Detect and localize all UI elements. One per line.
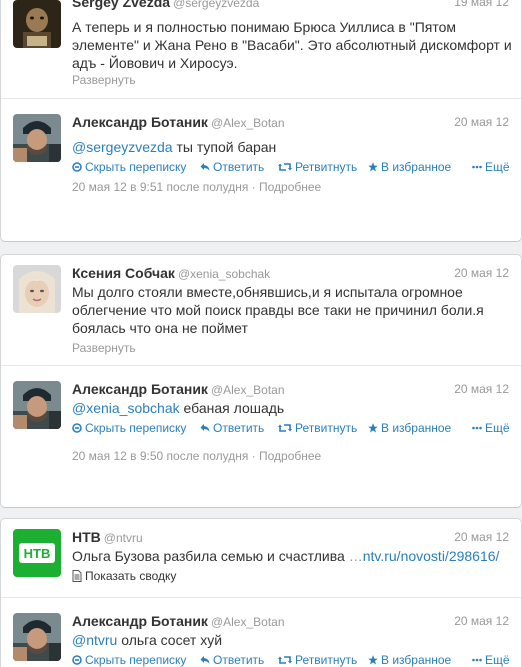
- avatar-ntvru[interactable]: НТВ: [13, 529, 61, 577]
- more-icon: [472, 655, 482, 665]
- more-button[interactable]: Ещё: [472, 160, 510, 174]
- expand-link[interactable]: Развернуть: [72, 341, 136, 355]
- retweet-button[interactable]: Ретвитнуть: [278, 653, 357, 667]
- conversation-1: Sergey Zvezda @sergeyzvezda 19 мая 12 А т…: [0, 0, 522, 242]
- tweet-text: @ntvru ольга сосет хуй: [72, 632, 223, 648]
- author-name[interactable]: Александр Ботаник: [72, 381, 208, 397]
- tweet-text: @xenia_sobchak ебаная лошадь: [72, 400, 285, 416]
- tweet-text: А теперь и я полностью понимаю Брюса Уил…: [72, 19, 512, 71]
- author-handle[interactable]: @Alex_Botan: [211, 383, 285, 397]
- svg-text:НТВ: НТВ: [24, 546, 51, 561]
- show-summary-link[interactable]: Показать сводку: [72, 569, 176, 583]
- reply-button[interactable]: Ответить: [200, 653, 264, 667]
- retweet-icon: [278, 655, 292, 665]
- author-name[interactable]: НТВ: [72, 529, 101, 545]
- author-handle[interactable]: @Alex_Botan: [211, 615, 285, 629]
- tweet-actions: Скрыть переписку Ответить Ретвитнуть В и…: [72, 653, 510, 667]
- star-icon: [368, 423, 378, 433]
- star-icon: [368, 655, 378, 665]
- news-link[interactable]: …ntv.ru/novosti/298616/: [349, 548, 500, 564]
- tweet-xenia-sobchak[interactable]: Ксения Собчак @xenia_sobchak 20 мая 12 Мы…: [1, 255, 521, 365]
- reply-button[interactable]: Ответить: [200, 421, 264, 435]
- more-icon: [472, 162, 482, 172]
- tweet-text: Ольга Бузова разбила семью и счастлива ……: [72, 548, 500, 564]
- tweet-meta[interactable]: 20 мая 12 в 9:51 после полудня · Подробн…: [72, 180, 321, 194]
- tweet-sergeyzvezda[interactable]: Sergey Zvezda @sergeyzvezda 19 мая 12 А т…: [1, 0, 521, 92]
- retweet-icon: [278, 162, 292, 172]
- tweet-actions: Скрыть переписку Ответить Ретвитнуть В и…: [72, 160, 510, 176]
- author-handle[interactable]: @Alex_Botan: [211, 116, 285, 130]
- author-name[interactable]: Ксения Собчак: [72, 265, 175, 281]
- conversation-2: Ксения Собчак @xenia_sobchak 20 мая 12 Мы…: [0, 254, 522, 508]
- tweet-alexbotan-1[interactable]: Александр Ботаник @Alex_Botan 20 мая 12 @…: [1, 98, 521, 238]
- favorite-button[interactable]: В избранное: [368, 653, 451, 667]
- tweet-text: @sergeyzvezda ты тупой баран: [72, 139, 277, 155]
- avatar-xenia-sobchak[interactable]: [13, 265, 61, 313]
- author-name[interactable]: Александр Ботаник: [72, 613, 208, 629]
- hide-conversation-button[interactable]: Скрыть переписку: [72, 160, 190, 174]
- avatar-sergeyzvezda[interactable]: [13, 0, 61, 48]
- timestamp[interactable]: 20 мая 12: [454, 115, 509, 129]
- minus-circle-icon: [72, 423, 82, 433]
- author-handle[interactable]: @ntvru: [104, 531, 143, 545]
- hide-conversation-button[interactable]: Скрыть переписку: [72, 421, 190, 435]
- retweet-button[interactable]: Ретвитнуть: [278, 160, 357, 174]
- timestamp[interactable]: 20 мая 12: [454, 382, 509, 396]
- favorite-button[interactable]: В избранное: [368, 160, 451, 174]
- tweet-alexbotan-3[interactable]: Александр Ботаник @Alex_Botan 20 мая 12 @…: [1, 597, 521, 667]
- timestamp[interactable]: 20 мая 12: [454, 266, 509, 280]
- reply-icon: [200, 655, 210, 665]
- more-icon: [472, 423, 482, 433]
- mention-link[interactable]: @xenia_sobchak: [72, 400, 180, 416]
- mention-link[interactable]: @sergeyzvezda: [72, 139, 173, 155]
- author-handle[interactable]: @xenia_sobchak: [178, 267, 270, 281]
- avatar-alexbotan[interactable]: [13, 613, 61, 661]
- tweet-actions: Скрыть переписку Ответить Ретвитнуть В и…: [72, 421, 510, 437]
- reply-icon: [200, 423, 210, 433]
- avatar-alexbotan[interactable]: [13, 381, 61, 429]
- timestamp[interactable]: 19 мая 12: [454, 0, 509, 9]
- expand-link[interactable]: Развернуть: [72, 73, 136, 87]
- reply-icon: [200, 162, 210, 172]
- conversation-3: НТВ НТВ @ntvru 20 мая 12 Ольга Бузова раз…: [0, 518, 522, 667]
- reply-button[interactable]: Ответить: [200, 160, 264, 174]
- more-button[interactable]: Ещё: [472, 421, 510, 435]
- tweet-meta[interactable]: 20 мая 12 в 9:50 после полудня · Подробн…: [72, 449, 321, 463]
- hide-conversation-button[interactable]: Скрыть переписку: [72, 653, 190, 667]
- minus-circle-icon: [72, 655, 82, 665]
- author-name[interactable]: Sergey Zvezda: [72, 0, 170, 10]
- mention-link[interactable]: @ntvru: [72, 632, 117, 648]
- retweet-button[interactable]: Ретвитнуть: [278, 421, 357, 435]
- tweet-ntvru[interactable]: НТВ НТВ @ntvru 20 мая 12 Ольга Бузова раз…: [1, 519, 521, 597]
- tweet-alexbotan-2[interactable]: Александр Ботаник @Alex_Botan 20 мая 12 @…: [1, 365, 521, 505]
- document-icon: [72, 570, 82, 582]
- retweet-icon: [278, 423, 292, 433]
- favorite-button[interactable]: В избранное: [368, 421, 451, 435]
- minus-circle-icon: [72, 162, 82, 172]
- timestamp[interactable]: 20 мая 12: [454, 614, 509, 628]
- avatar-alexbotan[interactable]: [13, 114, 61, 162]
- author-name[interactable]: Александр Ботаник: [72, 114, 208, 130]
- author-handle[interactable]: @sergeyzvezda: [173, 0, 259, 10]
- tweet-text: Мы долго стояли вместе,обнявшись,и я исп…: [72, 284, 484, 336]
- more-button[interactable]: Ещё: [472, 653, 510, 667]
- star-icon: [368, 162, 378, 172]
- timestamp[interactable]: 20 мая 12: [454, 530, 509, 544]
